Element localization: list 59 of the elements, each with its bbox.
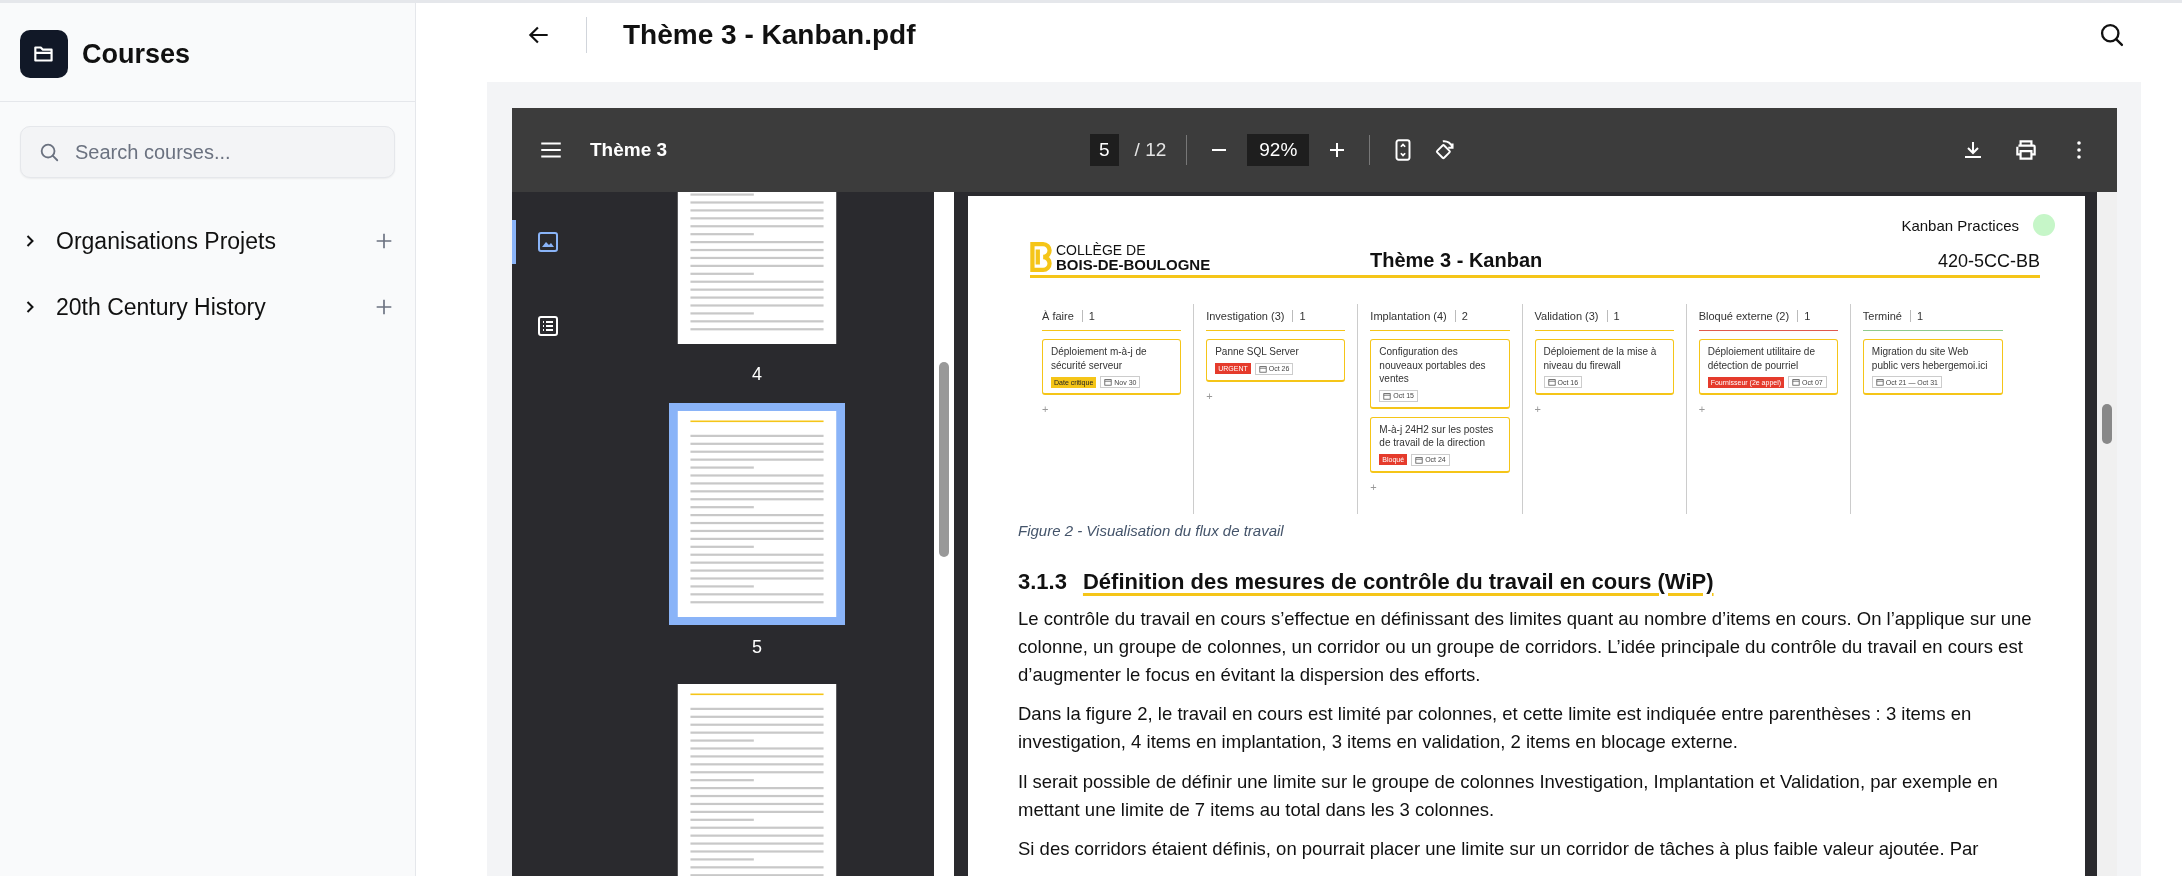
column-header: Validation (3) 1	[1534, 304, 1674, 331]
add-label: +	[1370, 480, 1377, 493]
card-title: Déploiement m-à-j de sécurité serveur	[1051, 345, 1148, 372]
page-number: 5	[752, 637, 762, 658]
add-label: +	[1206, 389, 1213, 402]
add-label: +	[1042, 403, 1049, 415]
paragraph: Dans la figure 2, le travail en cours est limité par colonnes, et cette limite est indiquée entre parenthèses : 3 items en investigation, 4 items en implantation, 3 items en validation, 2 items en blocage externe.	[1018, 702, 1973, 754]
card-title: Déploiement de la mise à niveau du firewall	[1543, 345, 1658, 372]
course-item[interactable]: Organisations Projets	[56, 227, 373, 255]
calendar-icon	[1875, 378, 1884, 386]
search-field[interactable]: Search courses...	[20, 126, 395, 178]
status-dot	[2033, 214, 2055, 236]
column-header: Bloqué externe (2) 1	[1698, 304, 1838, 331]
figure-caption: Figure 2 - Visualisation du flux de travail	[1018, 522, 1285, 539]
add-label: +	[1698, 403, 1706, 415]
scrollbar-thumb[interactable]	[939, 362, 949, 557]
calendar-icon	[1547, 378, 1556, 386]
page-number-field[interactable]: 5	[1090, 134, 1119, 166]
column-header: Terminé 1	[1862, 304, 2003, 331]
college-logo-icon	[1030, 242, 1052, 272]
card-title: Migration du site Web public vers hebergemoi.ici	[1871, 345, 1989, 372]
card-title: Déploiement utilitaire de détection de pourriel	[1707, 345, 1816, 372]
folder-logo-icon	[20, 30, 68, 78]
paragraph: Le contrôle du travail en cours s’effectue en définissant des limites quant au nombre d’items en cours. On l’applique sur une colonne, un groupe de colonnes, un corridor ou un groupe de corridors. L’idée principale du contrôle du travail en cours est d’augmenter le focus en évitant la dispersion des efforts.	[1018, 607, 2033, 687]
logo-text: BOIS-DE-BOULOGNE	[1056, 257, 1211, 272]
page-count: / 12	[1134, 139, 1167, 161]
calendar-icon	[1258, 364, 1267, 373]
column-header: Investigation (3) 1	[1206, 304, 1346, 331]
calendar-icon	[1415, 455, 1424, 464]
section-number: 3.1.3	[1018, 569, 1067, 595]
calendar-icon	[1104, 378, 1113, 386]
viewer-title: Thème 3	[590, 139, 669, 161]
scrollbar-thumb[interactable]	[2102, 404, 2112, 444]
course-item[interactable]: 20th Century History	[56, 293, 373, 321]
column-header: À faire 1	[1042, 304, 1182, 331]
page-thumbnail[interactable]	[669, 403, 845, 625]
search-icon[interactable]	[2098, 21, 2126, 49]
sidebar-title: Courses	[82, 38, 191, 70]
card-title: Configuration des nouveaux portables des ventes	[1379, 345, 1487, 386]
section-heading: Définition des mesures de contrôle du travail en cours (WiP)	[1082, 569, 1714, 595]
paragraph: Si des corridors étaient définis, on pourrait placer une limite sur un corridor de tâches à plus faible valeur ajoutée. Par	[1018, 837, 1980, 862]
logo-text: COLLÈGE DE	[1056, 243, 1147, 257]
search-icon	[38, 141, 60, 163]
column-header: Implantation (4) 2	[1370, 304, 1510, 331]
paragraph: Il serait possible de définir une limite sur le groupe de colonnes Investigation, Implantation et Validation, par exemple en mettant une limite de 7 items au total dans les 3 colonnes.	[1018, 769, 1999, 822]
zoom-field[interactable]: 92%	[1247, 134, 1310, 166]
calendar-icon	[1383, 391, 1392, 400]
page-number: 4	[752, 364, 762, 385]
course-code: 420-5CC-BB	[1937, 251, 2040, 272]
add-label: +	[1534, 403, 1541, 415]
image-icon	[536, 230, 560, 254]
print-icon[interactable]	[2013, 137, 2039, 163]
header-label: Kanban Practices	[1901, 216, 2019, 234]
card-title: M-à-j 24H2 sur les postes de travail de la direction	[1379, 422, 1495, 450]
calendar-icon	[1792, 378, 1801, 386]
list-icon	[536, 314, 560, 338]
card-title: Panne SQL Server	[1215, 345, 1300, 359]
page-title: Thème 3 - Kanban	[1370, 249, 1544, 272]
document-title: Thème 3 - Kanban.pdf	[623, 19, 917, 51]
